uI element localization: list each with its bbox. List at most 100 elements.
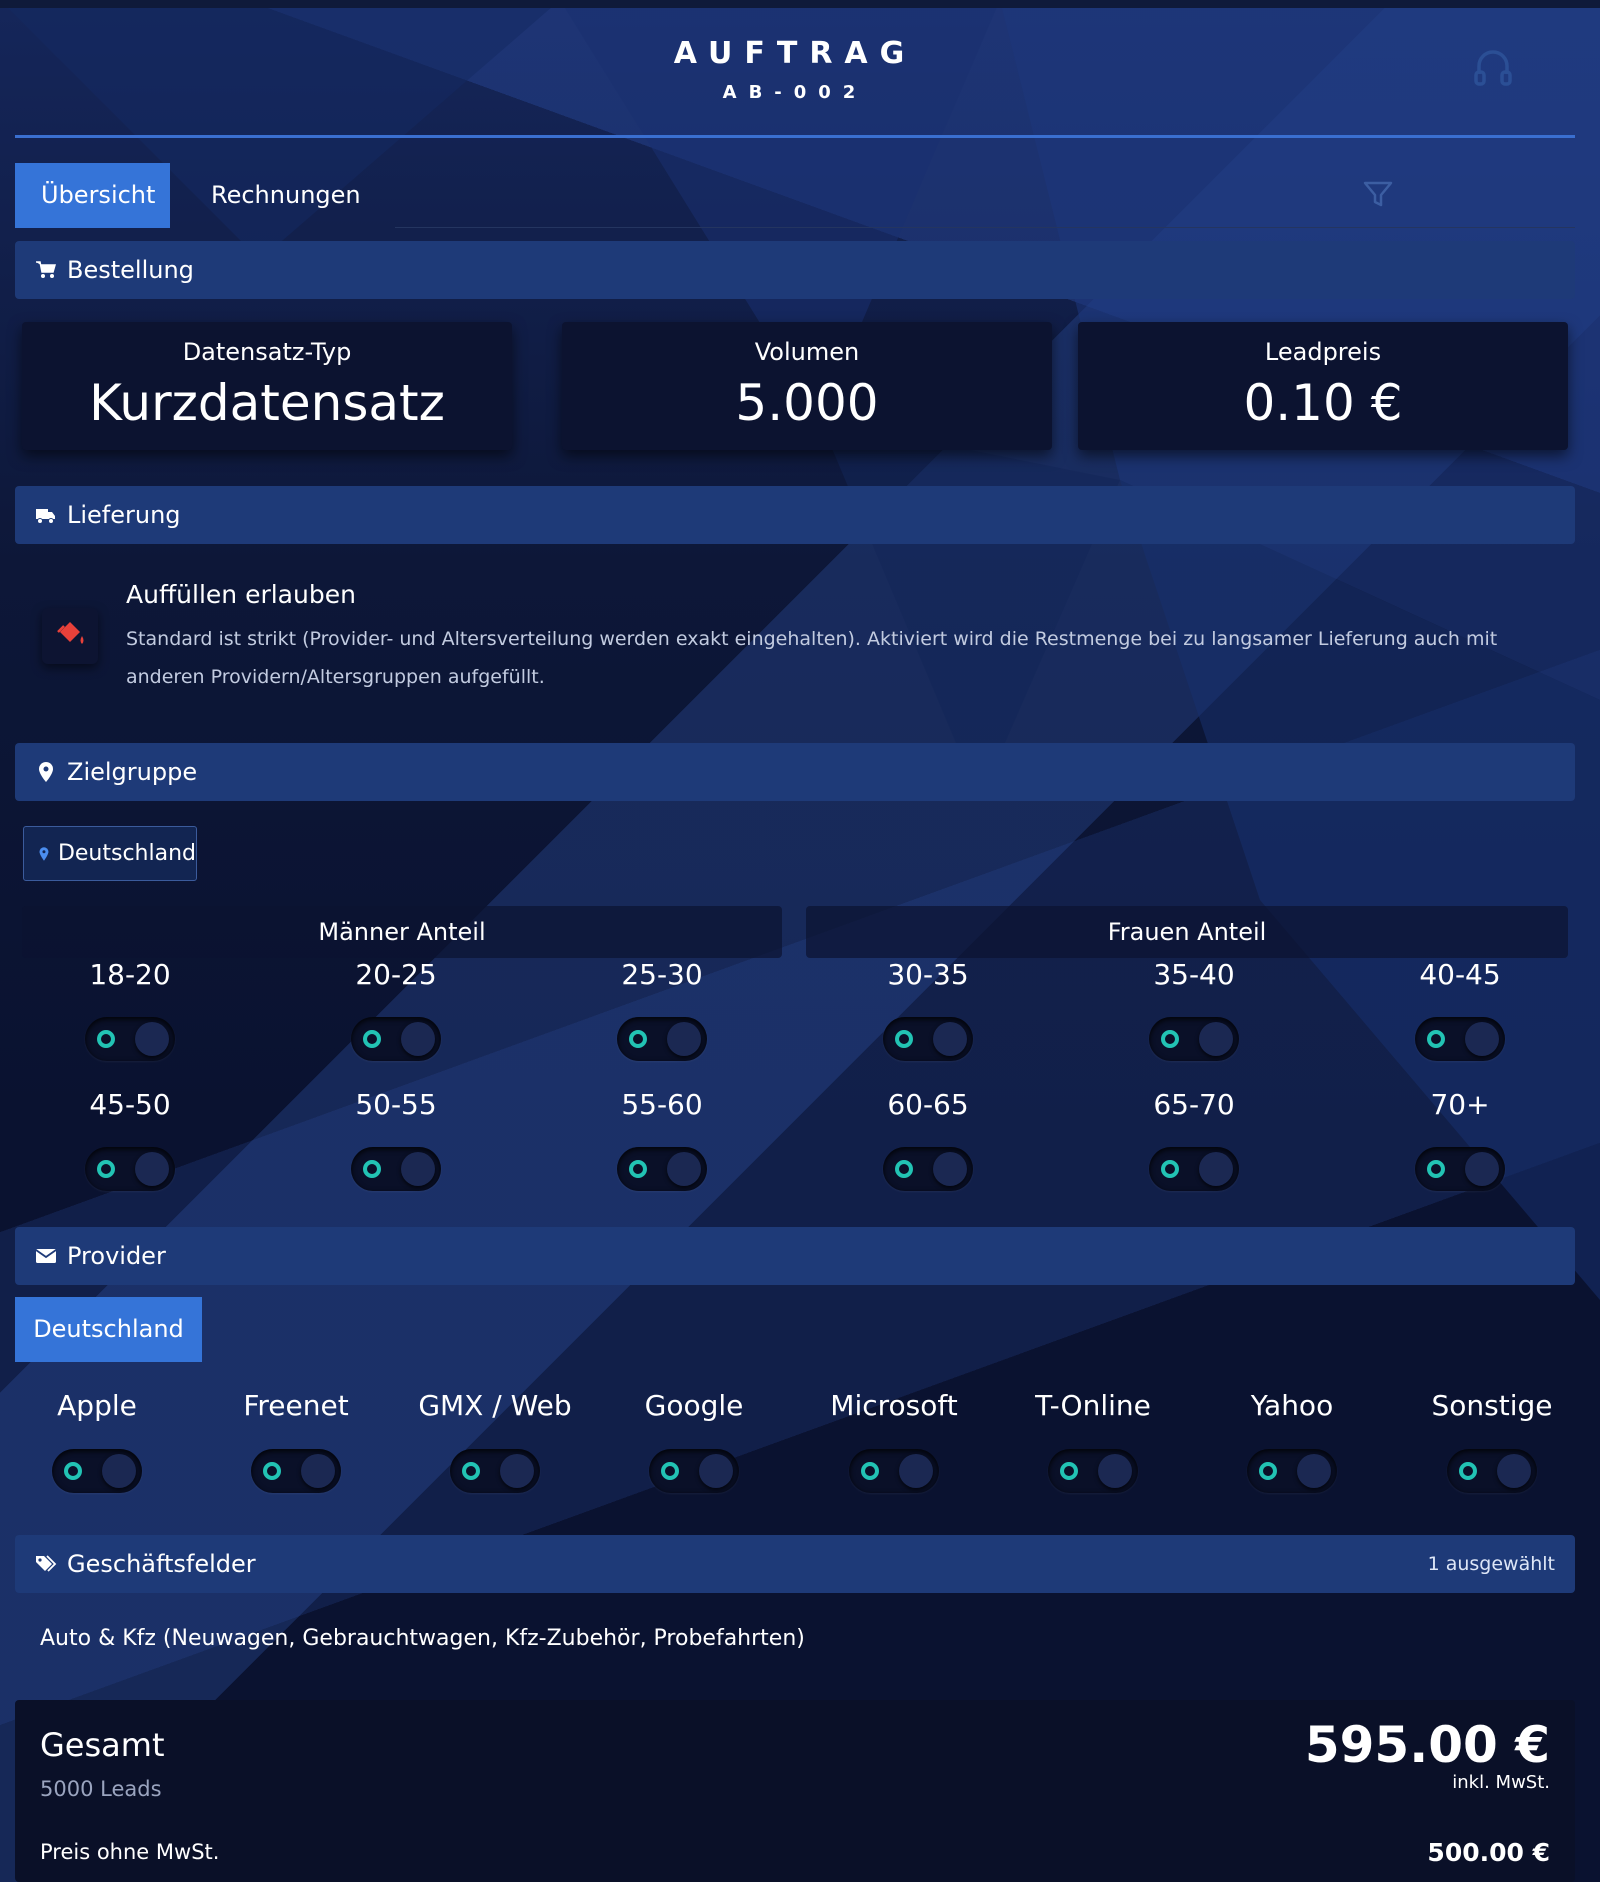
age-group-toggle[interactable]	[1415, 1017, 1505, 1061]
toggle-ring	[97, 1030, 115, 1048]
toggle-ring	[895, 1030, 913, 1048]
age-group-toggle[interactable]	[1415, 1147, 1505, 1191]
section-target-title: Zielgruppe	[67, 758, 198, 786]
headset-icon[interactable]	[1471, 46, 1515, 90]
provider-toggle[interactable]	[1247, 1449, 1337, 1493]
age-group-toggle[interactable]	[351, 1147, 441, 1191]
age-group-label: 25-30	[621, 958, 703, 991]
card-lead-price-label: Leadpreis	[1264, 338, 1382, 366]
provider-toggle[interactable]	[649, 1449, 739, 1493]
age-group-label: 20-25	[355, 958, 437, 991]
age-group-label: 65-70	[1153, 1088, 1235, 1121]
age-group-label: 30-35	[887, 958, 969, 991]
toggle-ring	[462, 1462, 480, 1480]
toggle-ring	[363, 1030, 381, 1048]
refill-icon-box[interactable]	[42, 608, 98, 664]
toggle-knob	[401, 1152, 435, 1186]
toggle-knob	[1199, 1152, 1233, 1186]
card-dataset-type-label: Datensatz-Typ	[182, 338, 352, 366]
total-panel: Gesamt 5000 Leads 595.00 € inkl. MwSt. P…	[15, 1700, 1575, 1882]
age-group-toggle[interactable]	[351, 1017, 441, 1061]
country-chip[interactable]: Deutschland	[23, 826, 197, 881]
provider-label: Sonstige	[1431, 1389, 1553, 1422]
toggle-ring	[97, 1160, 115, 1178]
female-share-label: Frauen Anteil	[1107, 918, 1267, 946]
toggle-knob	[667, 1152, 701, 1186]
card-volume-label: Volumen	[754, 338, 860, 366]
tab-invoices[interactable]: Rechnungen	[185, 163, 387, 228]
provider-toggle[interactable]	[450, 1449, 540, 1493]
provider-toggle[interactable]	[251, 1449, 341, 1493]
toggle-ring	[661, 1462, 679, 1480]
provider-label: GMX / Web	[418, 1389, 572, 1422]
total-price: 595.00 €	[1304, 1716, 1550, 1774]
age-group-toggle[interactable]	[883, 1017, 973, 1061]
section-provider-title: Provider	[67, 1242, 166, 1270]
provider-toggle[interactable]	[849, 1449, 939, 1493]
toggle-ring	[1259, 1462, 1277, 1480]
net-price-label: Preis ohne MwSt.	[40, 1840, 220, 1864]
refill-option: Auffüllen erlauben Standard ist strikt (…	[42, 580, 1572, 700]
provider-label: Freenet	[243, 1389, 349, 1422]
card-lead-price-value: 0.10 €	[1243, 374, 1403, 432]
age-group-toggle[interactable]	[883, 1147, 973, 1191]
toggle-ring	[1060, 1462, 1078, 1480]
envelope-icon	[35, 1249, 57, 1263]
provider-label: Microsoft	[830, 1389, 958, 1422]
section-target-group: Zielgruppe	[15, 743, 1575, 801]
toggle-knob	[135, 1022, 169, 1056]
page-header: AUFTRAG AB-002	[15, 30, 1575, 138]
age-group-toggle[interactable]	[85, 1017, 175, 1061]
toggle-knob	[135, 1152, 169, 1186]
section-business-title: Geschäftsfelder	[67, 1550, 256, 1578]
toggle-ring	[263, 1462, 281, 1480]
toggle-knob	[933, 1152, 967, 1186]
card-lead-price: Leadpreis 0.10 €	[1078, 322, 1568, 450]
order-id: AB-002	[722, 82, 868, 103]
provider-country-tab[interactable]: Deutschland	[15, 1297, 202, 1362]
refill-description: Standard ist strikt (Provider- und Alter…	[126, 628, 1498, 688]
toggle-ring	[64, 1462, 82, 1480]
toggle-ring	[861, 1462, 879, 1480]
map-marker-icon	[39, 762, 53, 782]
toggle-knob	[1465, 1152, 1499, 1186]
age-group-label: 45-50	[89, 1088, 171, 1121]
section-provider: Provider	[15, 1227, 1575, 1285]
card-dataset-type-value: Kurzdatensatz	[89, 374, 445, 432]
provider-toggle[interactable]	[1048, 1449, 1138, 1493]
toggle-knob	[699, 1454, 733, 1488]
business-selected-count: 1 ausgewählt	[1427, 1553, 1555, 1575]
refill-title: Auffüllen erlauben	[126, 580, 356, 609]
toggle-knob	[933, 1022, 967, 1056]
section-delivery: Lieferung	[15, 486, 1575, 544]
age-group-label: 40-45	[1419, 958, 1501, 991]
toggle-knob	[1199, 1022, 1233, 1056]
age-group-toggle[interactable]	[617, 1017, 707, 1061]
toggle-knob	[1098, 1454, 1132, 1488]
toggle-ring	[629, 1160, 647, 1178]
tab-divider	[395, 227, 1575, 228]
toggle-knob	[102, 1454, 136, 1488]
provider-toggle[interactable]	[52, 1449, 142, 1493]
age-group-toggle[interactable]	[1149, 1147, 1239, 1191]
age-group-toggle[interactable]	[617, 1147, 707, 1191]
toggle-knob	[1465, 1022, 1499, 1056]
toggle-knob	[1297, 1454, 1331, 1488]
toggle-knob	[667, 1022, 701, 1056]
cart-icon	[36, 261, 56, 278]
tab-overview[interactable]: Übersicht	[15, 163, 170, 228]
age-group-label: 60-65	[887, 1088, 969, 1121]
page-title: AUFTRAG	[673, 36, 917, 71]
provider-toggle[interactable]	[1447, 1449, 1537, 1493]
age-group-label: 55-60	[621, 1088, 703, 1121]
toggle-ring	[895, 1160, 913, 1178]
age-group-toggle[interactable]	[85, 1147, 175, 1191]
truck-icon	[36, 509, 55, 524]
filter-icon[interactable]	[1361, 177, 1395, 211]
business-selected-item[interactable]: Auto & Kfz (Neuwagen, Gebrauchtwagen, Kf…	[40, 1626, 805, 1651]
age-group-label: 50-55	[355, 1088, 437, 1121]
toggle-ring	[363, 1160, 381, 1178]
provider-label: Yahoo	[1250, 1389, 1334, 1422]
provider-label: Google	[644, 1389, 744, 1422]
age-group-toggle[interactable]	[1149, 1017, 1239, 1061]
